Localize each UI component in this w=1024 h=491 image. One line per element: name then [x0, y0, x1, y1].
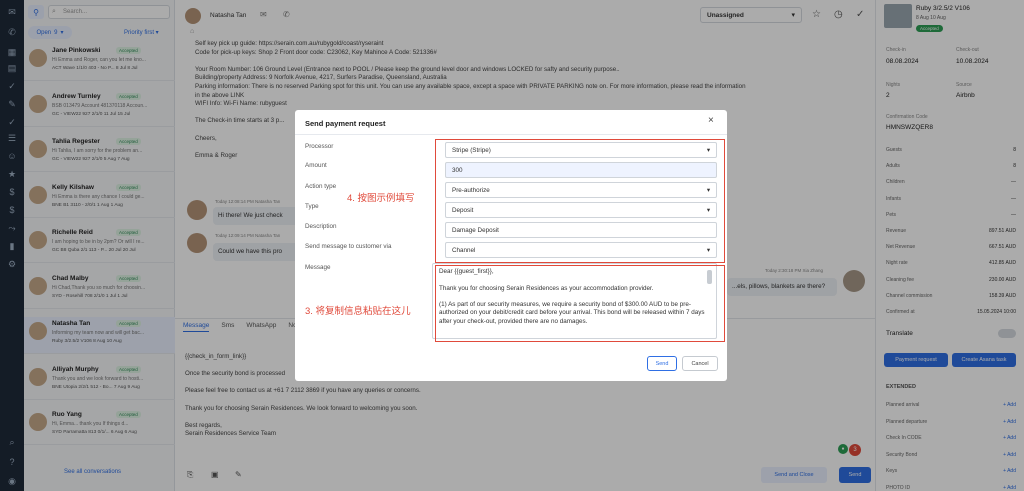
annotation-step-4: 4. 按图示例填写: [347, 193, 415, 204]
action-type-label: Action type: [305, 183, 337, 190]
send-payment-button[interactable]: Send: [647, 356, 677, 371]
annotation-step-3: 3. 将复制信息粘贴在这儿: [305, 306, 411, 317]
annotation-box-message: [435, 265, 725, 342]
payment-request-dialog: Send payment request × Processor Stripe …: [295, 110, 727, 381]
send-via-label: Send message to customer via: [305, 243, 392, 250]
type-label: Type: [305, 203, 319, 210]
cancel-button[interactable]: Cancel: [682, 356, 718, 371]
annotation-box-fields: [435, 139, 725, 263]
dialog-title: Send payment request: [305, 119, 386, 128]
close-icon[interactable]: ×: [708, 115, 714, 126]
processor-label: Processor: [305, 143, 334, 150]
message-label: Message: [305, 264, 331, 271]
amount-label: Amount: [305, 162, 327, 169]
divider: [295, 134, 727, 135]
description-label: Description: [305, 223, 337, 230]
